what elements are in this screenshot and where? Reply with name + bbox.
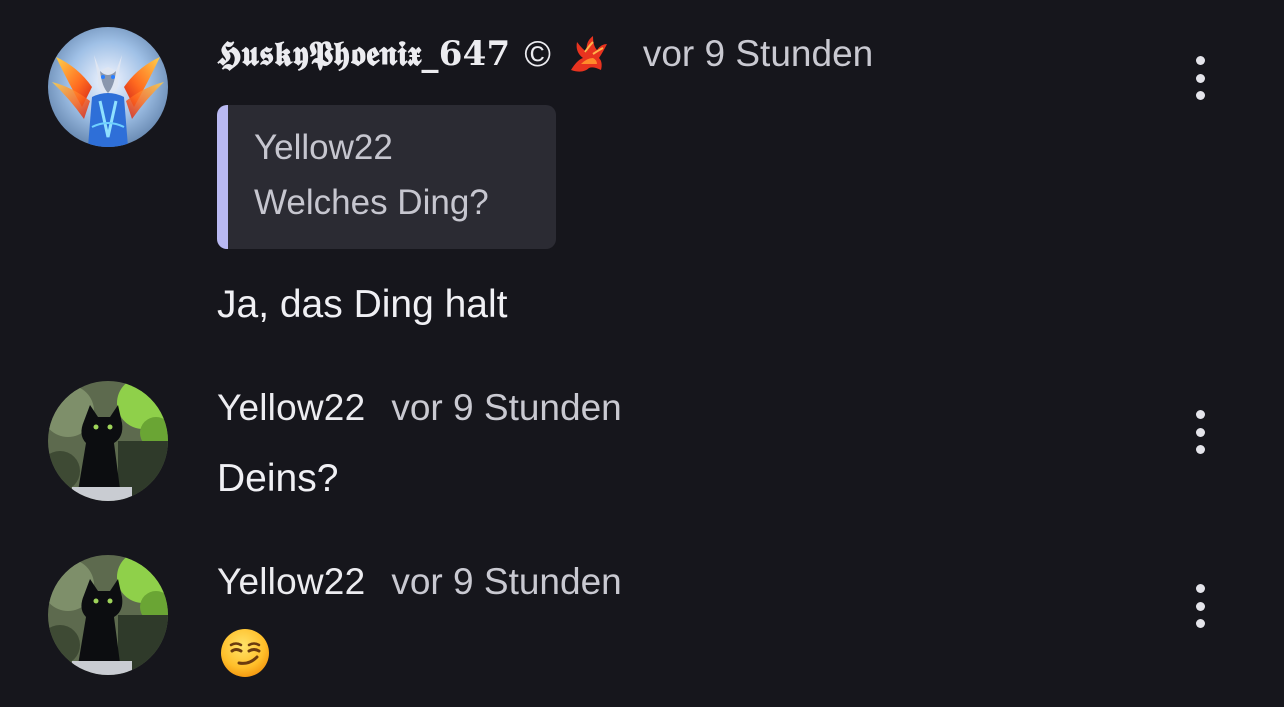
kebab-dot [1195, 584, 1205, 593]
comment-feed: 𝕳𝖚𝖘𝖐𝖞𝕻𝖍𝖔𝖊𝖓𝖎𝖝_647 © vor 9 Stunden Yellow2… [0, 0, 1284, 707]
kebab-dot [1195, 619, 1205, 628]
avatar[interactable] [48, 555, 168, 675]
comment-item: Yellow22 vor 9 Stunden [0, 0, 1284, 707]
comment-header: Yellow22 vor 9 Stunden [217, 558, 622, 606]
more-options-button[interactable] [1184, 584, 1216, 628]
black-cat-avatar [48, 555, 168, 675]
kebab-dot [1195, 601, 1205, 611]
username[interactable]: Yellow22 [217, 561, 365, 603]
smirking-face-emoji [219, 627, 271, 679]
timestamp: vor 9 Stunden [391, 561, 622, 602]
